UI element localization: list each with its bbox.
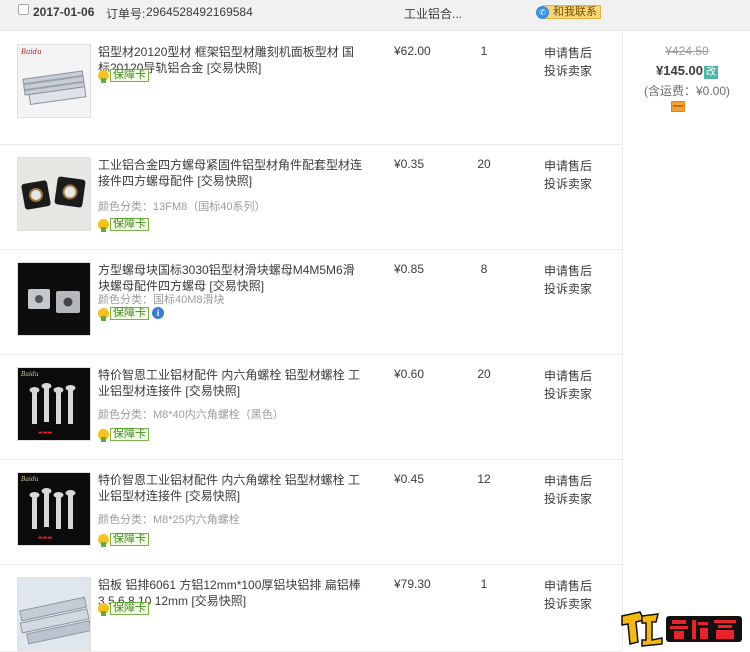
svg-text:Baidu: Baidu xyxy=(20,48,42,56)
item-quantity: 1 xyxy=(480,44,488,58)
unit-price: ¥0.85 xyxy=(394,262,425,276)
guarantee-card-badge[interactable]: 保障卡 xyxy=(98,601,149,616)
guarantee-icon xyxy=(98,307,109,321)
credit-card-icon[interactable] xyxy=(671,101,685,112)
contact-seller-label: 和我联系 xyxy=(543,5,601,19)
unit-price: ¥0.35 xyxy=(394,157,425,171)
order-number-label: 订单号: xyxy=(106,7,146,21)
complain-seller-link[interactable]: 投诉卖家 xyxy=(544,280,592,298)
unit-price: ¥79.30 xyxy=(394,577,431,591)
product-title-link[interactable]: 方型螺母块国标3030铝型材滑块螺母M4M5M6滑块螺母配件四方螺母 [交易快照… xyxy=(98,262,366,294)
item-actions: 申请售后 投诉卖家 xyxy=(544,262,592,298)
trade-snapshot-link[interactable]: [交易快照] xyxy=(197,174,252,188)
product-title-link[interactable]: 特价智恩工业铝材配件 内六角螺栓 铝型材螺栓 工业铝型材连接件 [交易快照] xyxy=(98,367,366,399)
guarantee-label: 保障卡 xyxy=(110,532,149,546)
original-total: ¥424.50 xyxy=(665,44,709,58)
guarantee-label: 保障卡 xyxy=(110,427,149,441)
svg-text:▬▬▬: ▬▬▬ xyxy=(38,535,52,541)
info-icon[interactable]: i xyxy=(152,307,164,319)
order-date: 2017-01-06 xyxy=(33,5,95,19)
shipping-fee: (含运费：¥0.00) xyxy=(643,84,731,98)
trade-snapshot-link[interactable]: [交易快照] xyxy=(185,489,240,503)
contact-seller-button[interactable]: ✆ 和我联系 xyxy=(536,5,601,19)
unit-price: ¥0.45 xyxy=(394,472,425,486)
item-actions: 申请售后 投诉卖家 xyxy=(544,44,592,80)
complain-seller-link[interactable]: 投诉卖家 xyxy=(544,62,592,80)
item-actions: 申请售后 投诉卖家 xyxy=(544,367,592,403)
product-variant: 颜色分类：国标40M8滑块 xyxy=(98,294,225,306)
product-thumbnail[interactable]: Baidu ▬▬▬ xyxy=(17,472,91,546)
item-actions: 申请售后 投诉卖家 xyxy=(544,577,592,613)
apply-after-sale-link[interactable]: 申请售后 xyxy=(544,44,592,62)
trade-snapshot-link[interactable]: [交易快照] xyxy=(207,61,262,75)
guarantee-card-badge[interactable]: 保障卡 xyxy=(98,68,149,83)
order-total-value: ¥145.00 xyxy=(656,63,703,78)
item-quantity: 1 xyxy=(480,577,488,591)
product-variant: 颜色分类：M8*40内六角螺栓（黑色） xyxy=(98,409,284,421)
item-actions: 申请售后 投诉卖家 xyxy=(544,472,592,508)
chat-bubble-icon: ✆ xyxy=(536,5,549,19)
order-summary: ¥424.50 ¥145.00 改 (含运费：¥0.00) xyxy=(622,31,750,651)
guarantee-label: 保障卡 xyxy=(110,601,149,615)
order-item-row: Baidu ▬▬▬ 特价智恩工业铝材配件 内六角螺栓 铝型材螺栓 工业铝型材连接件… xyxy=(0,354,622,460)
svg-text:Baidu: Baidu xyxy=(20,371,39,378)
apply-after-sale-link[interactable]: 申请售后 xyxy=(544,157,592,175)
item-quantity: 12 xyxy=(477,472,491,486)
guarantee-icon xyxy=(98,218,109,232)
guarantee-card-badge[interactable]: 保障卡 xyxy=(98,217,149,232)
product-thumbnail[interactable]: Baidu xyxy=(17,44,91,118)
item-quantity: 20 xyxy=(477,367,491,381)
guarantee-label: 保障卡 xyxy=(110,306,149,320)
product-variant: 颜色分类：13FM8（国标40系列） xyxy=(98,201,266,213)
order-item-row: 铝板 铝排6061 方铝12mm*100厚铝块铝排 扁铝棒3 5 6 8 10 … xyxy=(0,564,622,652)
product-thumbnail[interactable]: Baidu ▬▬▬ xyxy=(17,367,91,441)
guarantee-icon xyxy=(98,533,109,547)
shop-name-link[interactable]: 工业铝合... xyxy=(404,5,462,22)
order-total: ¥145.00 改 xyxy=(623,63,750,79)
apply-after-sale-link[interactable]: 申请售后 xyxy=(544,577,592,595)
svg-text:▬▬▬: ▬▬▬ xyxy=(38,430,52,436)
guarantee-card-badge[interactable]: 保障卡 xyxy=(98,306,149,321)
guarantee-card-badge[interactable]: 保障卡 xyxy=(98,532,149,547)
order-header: 2017-01-06 订单号: 2964528492169584 工业铝合...… xyxy=(0,0,750,31)
order-item-row: Baidu ▬▬▬ 特价智恩工业铝材配件 内六角螺栓 铝型材螺栓 工业铝型材连接件… xyxy=(0,459,622,565)
product-thumbnail[interactable] xyxy=(17,577,91,651)
guarantee-card-badge[interactable]: 保障卡 xyxy=(98,427,149,442)
order-item-row: 方型螺母块国标3030铝型材滑块螺母M4M5M6滑块螺母配件四方螺母 [交易快照… xyxy=(0,249,622,355)
product-title-link[interactable]: 工业铝合金四方螺母紧固件铝型材角件配套型材连接件四方螺母配件 [交易快照] xyxy=(98,157,366,189)
guarantee-label: 保障卡 xyxy=(110,68,149,82)
unit-price: ¥0.60 xyxy=(394,367,425,381)
complain-seller-link[interactable]: 投诉卖家 xyxy=(544,175,592,193)
trade-snapshot-link[interactable]: [交易快照] xyxy=(185,384,240,398)
apply-after-sale-link[interactable]: 申请售后 xyxy=(544,262,592,280)
trade-snapshot-link[interactable]: [交易快照] xyxy=(191,594,246,608)
item-quantity: 20 xyxy=(477,157,491,171)
product-title-link[interactable]: 特价智恩工业铝材配件 内六角螺栓 铝型材螺栓 工业铝型材连接件 [交易快照] xyxy=(98,472,366,504)
complain-seller-link[interactable]: 投诉卖家 xyxy=(544,595,592,613)
complain-seller-link[interactable]: 投诉卖家 xyxy=(544,490,592,508)
unit-price: ¥62.00 xyxy=(394,44,431,58)
apply-after-sale-link[interactable]: 申请售后 xyxy=(544,367,592,385)
product-variant: 颜色分类：M8*25内六角螺栓 xyxy=(98,514,240,526)
order-item-row: 工业铝合金四方螺母紧固件铝型材角件配套型材连接件四方螺母配件 [交易快照] 颜色… xyxy=(0,144,622,250)
order-item-row: Baidu 铝型材20120型材 框架铝型材雕刻机面板型材 国标20120导轨铝… xyxy=(0,31,622,145)
product-thumbnail[interactable] xyxy=(17,157,91,231)
price-modified-tag: 改 xyxy=(704,66,718,79)
guarantee-label: 保障卡 xyxy=(110,217,149,231)
order-number: 2964528492169584 xyxy=(146,5,253,19)
svg-text:Baidu: Baidu xyxy=(20,476,39,483)
complain-seller-link[interactable]: 投诉卖家 xyxy=(544,385,592,403)
item-quantity: 8 xyxy=(480,262,488,276)
guarantee-icon xyxy=(98,428,109,442)
product-thumbnail[interactable] xyxy=(17,262,91,336)
guarantee-icon xyxy=(98,602,109,616)
watermark-logo xyxy=(621,611,742,647)
apply-after-sale-link[interactable]: 申请售后 xyxy=(544,472,592,490)
item-actions: 申请售后 投诉卖家 xyxy=(544,157,592,193)
select-order-checkbox[interactable] xyxy=(18,4,29,15)
guarantee-icon xyxy=(98,69,109,83)
